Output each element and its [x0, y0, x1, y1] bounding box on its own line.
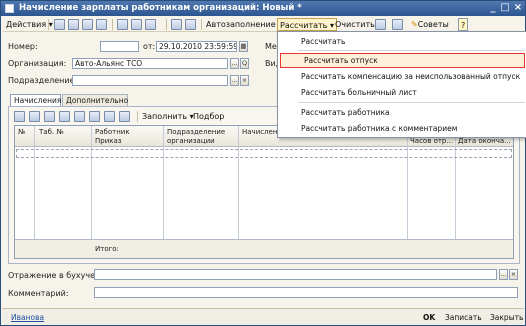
main-toolbar: Действия ▾ Автозаполнение ▾ Рассчитать ▾… [3, 17, 523, 32]
ok-button[interactable]: OK [420, 311, 438, 324]
calculate-label: Рассчитать [280, 21, 328, 30]
toolbar-separator [137, 111, 138, 122]
print-icon[interactable] [185, 19, 196, 30]
sort-desc-icon[interactable] [119, 111, 130, 122]
select-department-button[interactable]: … [230, 75, 239, 86]
menu-item-calculate-compensation[interactable]: Рассчитать компенсацию за неиспользованн… [278, 69, 526, 84]
organization-label: Организация: [8, 59, 67, 68]
maximize-button[interactable]: □ [499, 2, 511, 14]
delete-icon[interactable] [96, 19, 107, 30]
number-field[interactable] [100, 41, 139, 52]
window-title: Начисление зарплаты работникам организац… [19, 3, 302, 13]
toolbar-separator [166, 19, 167, 30]
number-label: Номер: [8, 42, 38, 51]
edit-icon[interactable] [82, 19, 93, 30]
close-window-button[interactable]: × [512, 2, 524, 14]
department-field[interactable] [72, 75, 228, 86]
col-end-date[interactable]: Дата оконча... [458, 137, 511, 145]
comment-label: Комментарий: [8, 289, 69, 298]
actions-label: Действия [6, 20, 47, 29]
calendar-icon[interactable]: ▦ [239, 41, 248, 52]
status-bar: Иванова OK Записать Закрыть [2, 308, 524, 325]
find-icon[interactable] [117, 19, 128, 30]
reflection-label: Отражение в бухучете: [8, 271, 108, 280]
toolbar-separator [48, 19, 49, 30]
calculate-menu-button[interactable]: Рассчитать ▾ [277, 18, 337, 31]
tips-button[interactable]: ✎Советы [409, 18, 451, 31]
structure-icon[interactable] [131, 19, 142, 30]
department-label: Подразделение: [8, 76, 78, 85]
sort-icon[interactable] [375, 19, 386, 30]
report-icon[interactable] [392, 19, 403, 30]
col-dept[interactable]: Подразделение [167, 128, 225, 136]
save-button[interactable]: Записать [442, 311, 485, 324]
total-label: Итого: [95, 245, 119, 253]
copy-row-icon[interactable] [29, 111, 40, 122]
date-prefix-label: от: [143, 42, 156, 51]
comment-field[interactable] [94, 287, 518, 298]
move-down-icon[interactable] [89, 111, 100, 122]
table-row[interactable] [16, 149, 512, 158]
chevron-down-icon: ▾ [48, 20, 53, 29]
autofill-label: Автозаполнение [206, 20, 276, 29]
lightbulb-icon: ✎ [411, 20, 418, 29]
col-num[interactable]: № [18, 128, 25, 136]
calculate-dropdown-menu: Рассчитать Рассчитать отпуск Рассчитать … [277, 31, 526, 138]
table-footer: Итого: [15, 239, 513, 258]
menu-item-calculate-worker[interactable]: Рассчитать работника [278, 105, 526, 120]
help-button[interactable]: ? [458, 18, 469, 31]
author-link[interactable]: Иванова [8, 311, 47, 324]
fill-menu-button[interactable]: Заполнить ▾ [140, 110, 196, 123]
list-icon[interactable] [171, 19, 182, 30]
menu-item-calculate[interactable]: Рассчитать [278, 34, 526, 49]
delete-row-icon[interactable] [59, 111, 70, 122]
select-reflection-button[interactable]: … [499, 269, 508, 280]
menu-separator [298, 102, 525, 103]
menu-separator [298, 50, 525, 51]
date-field[interactable]: 29.10.2010 23:59:59 [156, 41, 237, 52]
accruals-table[interactable]: № Таб. № Работник Приказ Подразделение о… [14, 125, 514, 259]
col-order[interactable]: Приказ [95, 137, 122, 145]
clear-button[interactable]: Очистить [333, 18, 377, 31]
add-row-icon[interactable] [14, 111, 25, 122]
open-organization-icon[interactable]: Q [240, 58, 249, 69]
clear-reflection-icon[interactable]: × [509, 269, 518, 280]
add-icon[interactable] [54, 19, 65, 30]
edit-row-icon[interactable] [44, 111, 55, 122]
menu-item-calculate-worker-comment[interactable]: Рассчитать работника с комментарием [278, 121, 526, 136]
close-button[interactable]: Закрыть [487, 311, 526, 324]
minimize-button[interactable]: _ [487, 2, 499, 14]
document-icon [5, 4, 14, 13]
col-worker[interactable]: Работник [95, 128, 130, 136]
select-organization-button[interactable]: … [230, 58, 239, 69]
col-hours[interactable]: Часов отр... [410, 137, 453, 145]
window-titlebar: Начисление зарплаты работникам организац… [1, 1, 525, 16]
toolbar-separator [201, 19, 202, 30]
tab-additional[interactable]: Дополнительно [62, 94, 128, 106]
menu-item-calculate-vacation[interactable]: Рассчитать отпуск [280, 53, 525, 68]
toolbar-separator [112, 19, 113, 30]
tips-label: Советы [417, 20, 449, 29]
col-tab-num[interactable]: Таб. № [39, 128, 64, 136]
menu-item-calculate-sick-leave[interactable]: Рассчитать больничный лист [278, 85, 526, 100]
copy-icon[interactable] [68, 19, 79, 30]
reflection-field[interactable] [94, 269, 497, 280]
organization-field[interactable]: Авто-Альянс ТСО [72, 58, 228, 69]
sort-asc-icon[interactable] [104, 111, 115, 122]
fill-label: Заполнить [142, 112, 188, 121]
clear-department-icon[interactable]: × [240, 75, 249, 86]
move-up-icon[interactable] [74, 111, 85, 122]
col-dept-org[interactable]: организации [167, 137, 215, 145]
dtkt-icon[interactable] [145, 19, 156, 30]
select-button[interactable]: Подбор [191, 110, 226, 123]
autofill-menu-button[interactable]: Автозаполнение ▾ [204, 18, 284, 31]
